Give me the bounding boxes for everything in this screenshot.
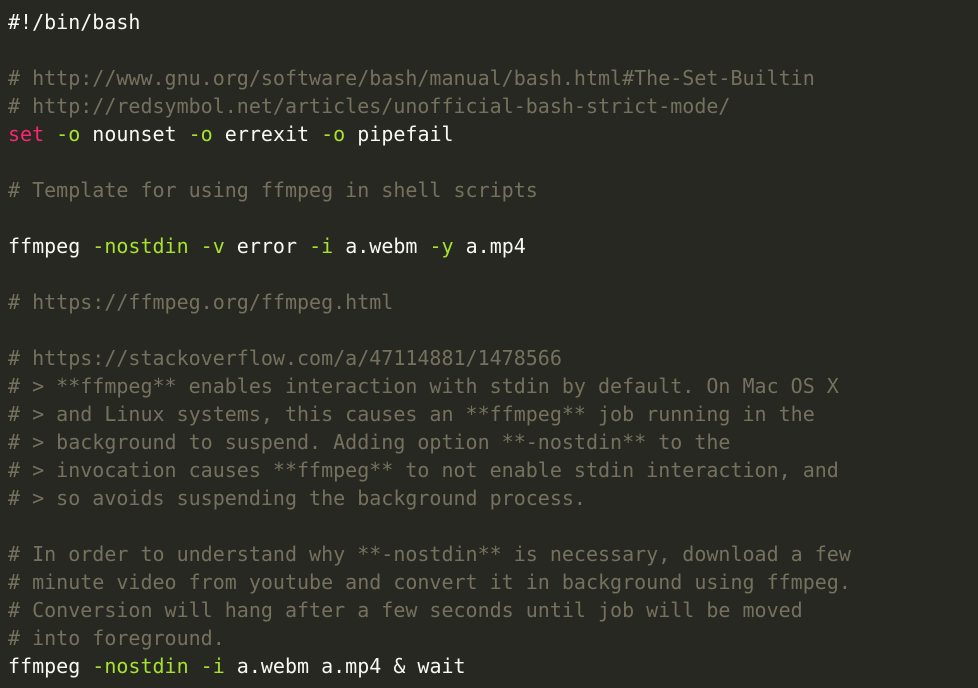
- code-flag: -o: [188, 122, 213, 146]
- code-line[interactable]: # http://redsymbol.net/articles/unoffici…: [8, 92, 978, 120]
- code-text: pipefail: [345, 122, 454, 146]
- code-line[interactable]: ffmpeg -nostdin -v error -i a.webm -y a.…: [8, 232, 978, 260]
- code-flag: -y: [429, 234, 454, 258]
- code-text: a.webm: [333, 234, 430, 258]
- code-line[interactable]: [8, 512, 978, 540]
- code-line[interactable]: # > and Linux systems, this causes an **…: [8, 400, 978, 428]
- code-line[interactable]: # https://ffmpeg.org/ffmpeg.html: [8, 288, 978, 316]
- code-text: nounset: [80, 122, 189, 146]
- code-text: ffmpeg: [8, 654, 93, 678]
- code-comment: # Template for using ffmpeg in shell scr…: [8, 178, 538, 202]
- code-comment: # https://ffmpeg.org/ffmpeg.html: [8, 290, 394, 314]
- code-line[interactable]: # minute video from youtube and convert …: [8, 568, 978, 596]
- code-flag: -o: [321, 122, 346, 146]
- code-comment: # Conversion will hang after a few secon…: [8, 598, 803, 622]
- code-line[interactable]: # > invocation causes **ffmpeg** to not …: [8, 456, 978, 484]
- code-flag: -i: [200, 654, 225, 678]
- code-text: errexit: [212, 122, 322, 146]
- code-line[interactable]: set -o nounset -o errexit -o pipefail: [8, 120, 978, 148]
- code-text: a.mp4: [453, 234, 526, 258]
- code-comment: # > and Linux systems, this causes an **…: [8, 402, 815, 426]
- code-comment: # minute video from youtube and convert …: [8, 570, 851, 594]
- code-comment: # > invocation causes **ffmpeg** to not …: [8, 458, 839, 482]
- code-flag: -nostdin: [92, 654, 189, 678]
- code-editor[interactable]: #!/bin/bash # http://www.gnu.org/software…: [0, 0, 978, 688]
- code-line[interactable]: # http://www.gnu.org/software/bash/manua…: [8, 64, 978, 92]
- code-line[interactable]: # Template for using ffmpeg in shell scr…: [8, 176, 978, 204]
- code-flag: -v: [200, 234, 225, 258]
- code-text: error: [224, 234, 310, 258]
- code-text: a.webm a.mp4 & wait: [224, 654, 466, 678]
- code-line[interactable]: # https://stackoverflow.com/a/47114881/1…: [8, 344, 978, 372]
- code-line[interactable]: [8, 316, 978, 344]
- code-comment: # In order to understand why **-nostdin*…: [8, 542, 851, 566]
- code-comment: # > **ffmpeg** enables interaction with …: [8, 374, 839, 398]
- code-line[interactable]: [8, 36, 978, 64]
- code-comment: # > so avoids suspending the background …: [8, 486, 586, 510]
- code-line[interactable]: # into foreground.: [8, 624, 978, 652]
- code-line[interactable]: # > background to suspend. Adding option…: [8, 428, 978, 456]
- code-text: #!/bin/bash: [8, 10, 141, 34]
- code-comment: # into foreground.: [8, 626, 225, 650]
- code-comment: # http://www.gnu.org/software/bash/manua…: [8, 66, 815, 90]
- code-keyword: set: [8, 122, 45, 146]
- code-line[interactable]: # > so avoids suspending the background …: [8, 484, 978, 512]
- code-line[interactable]: # Conversion will hang after a few secon…: [8, 596, 978, 624]
- code-flag: -o: [56, 122, 81, 146]
- code-comment: # > background to suspend. Adding option…: [8, 430, 731, 454]
- code-line[interactable]: [8, 148, 978, 176]
- code-flag: -i: [309, 234, 334, 258]
- code-line[interactable]: ffmpeg -nostdin -i a.webm a.mp4 & wait: [8, 652, 978, 680]
- code-flag: -nostdin: [92, 234, 189, 258]
- code-line[interactable]: [8, 204, 978, 232]
- code-line[interactable]: [8, 260, 978, 288]
- code-comment: # http://redsymbol.net/articles/unoffici…: [8, 94, 731, 118]
- code-comment: # https://stackoverflow.com/a/47114881/1…: [8, 346, 562, 370]
- code-line[interactable]: #!/bin/bash: [8, 8, 978, 36]
- code-line[interactable]: # In order to understand why **-nostdin*…: [8, 540, 978, 568]
- code-line[interactable]: # > **ffmpeg** enables interaction with …: [8, 372, 978, 400]
- code-text: ffmpeg: [8, 234, 93, 258]
